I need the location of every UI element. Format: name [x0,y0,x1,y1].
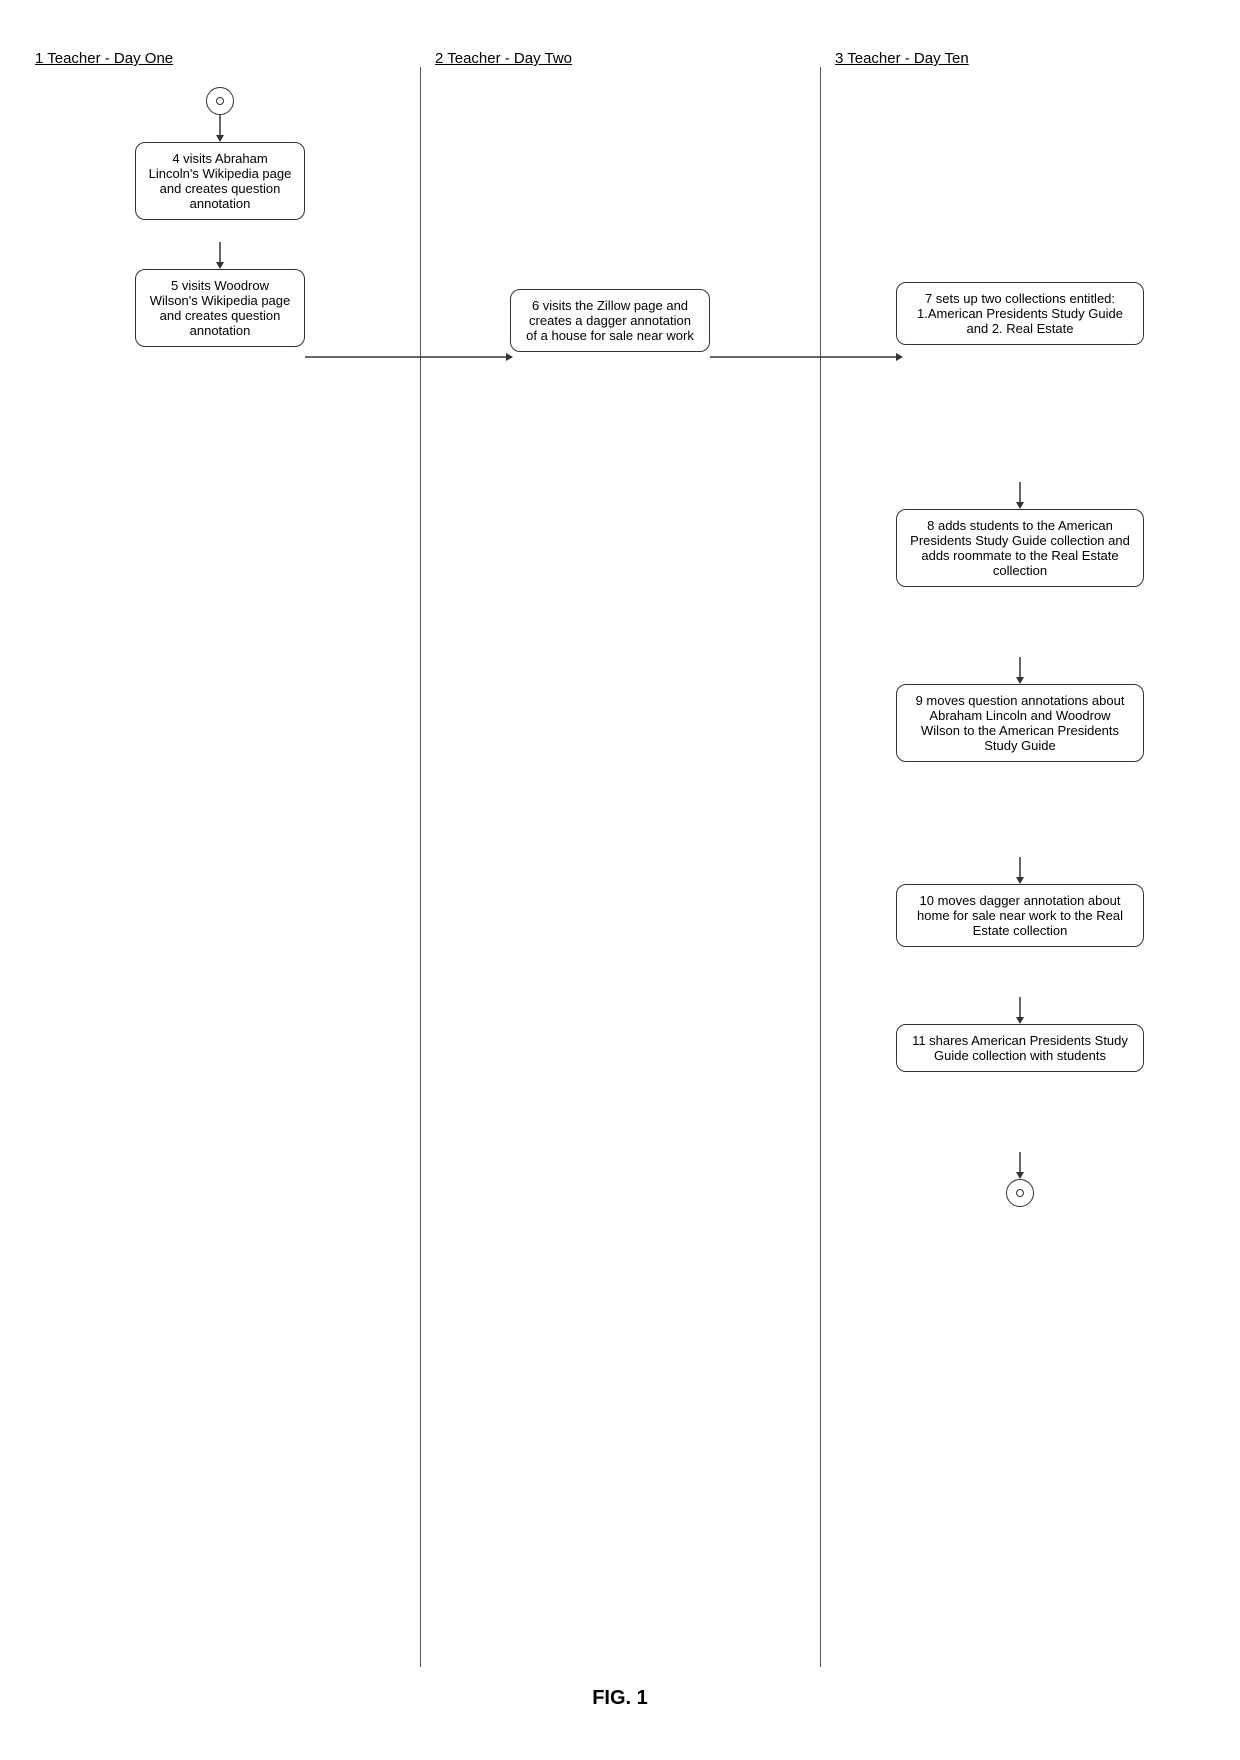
start-circle-col1 [206,87,234,115]
node-4: 4 visits Abraham Lincoln's Wikipedia pag… [135,142,305,220]
node7-text: 7 sets up two collections entitled: 1.Am… [917,291,1123,336]
node8-text: 8 adds students to the American Presiden… [910,518,1130,578]
col1-header: 1 Teacher - Day One [35,50,173,67]
node-11: 11 shares American Presidents Study Guid… [896,1024,1144,1072]
lane-divider-1 [420,67,421,1667]
node-6: 6 visits the Zillow page and creates a d… [510,289,710,352]
end-circle-col3 [1006,1179,1034,1207]
header-col1: 1 Teacher - Day One [20,50,420,67]
node6-text: 6 visits the Zillow page and creates a d… [526,298,694,343]
header-row: 1 Teacher - Day One 2 Teacher - Day Two … [20,30,1220,67]
start-circle-inner [216,97,224,105]
node4-text: 4 visits Abraham Lincoln's Wikipedia pag… [149,151,292,211]
main-area: 4 visits Abraham Lincoln's Wikipedia pag… [20,67,1220,1730]
node-10: 10 moves dagger annotation about home fo… [896,884,1144,947]
diagram-container: 1 Teacher - Day One 2 Teacher - Day Two … [0,0,1240,1760]
node11-text: 11 shares American Presidents Study Guid… [912,1033,1128,1063]
node-9: 9 moves question annotations about Abrah… [896,684,1144,762]
header-col3: 3 Teacher - Day Ten [820,50,1220,67]
end-circle-inner [1016,1189,1024,1197]
lane-divider-2 [820,67,821,1667]
node9-text: 9 moves question annotations about Abrah… [916,693,1125,753]
col3-header: 3 Teacher - Day Ten [835,50,969,67]
node10-text: 10 moves dagger annotation about home fo… [917,893,1123,938]
node5-text: 5 visits Woodrow Wilson's Wikipedia page… [150,278,291,338]
node-5: 5 visits Woodrow Wilson's Wikipedia page… [135,269,305,347]
col2-header: 2 Teacher - Day Two [435,50,572,67]
node-8: 8 adds students to the American Presiden… [896,509,1144,587]
flow-diagram: 4 visits Abraham Lincoln's Wikipedia pag… [20,67,1220,1667]
header-col2: 2 Teacher - Day Two [420,50,820,67]
fig-label: FIG. 1 [20,1687,1220,1730]
node-7: 7 sets up two collections entitled: 1.Am… [896,282,1144,345]
